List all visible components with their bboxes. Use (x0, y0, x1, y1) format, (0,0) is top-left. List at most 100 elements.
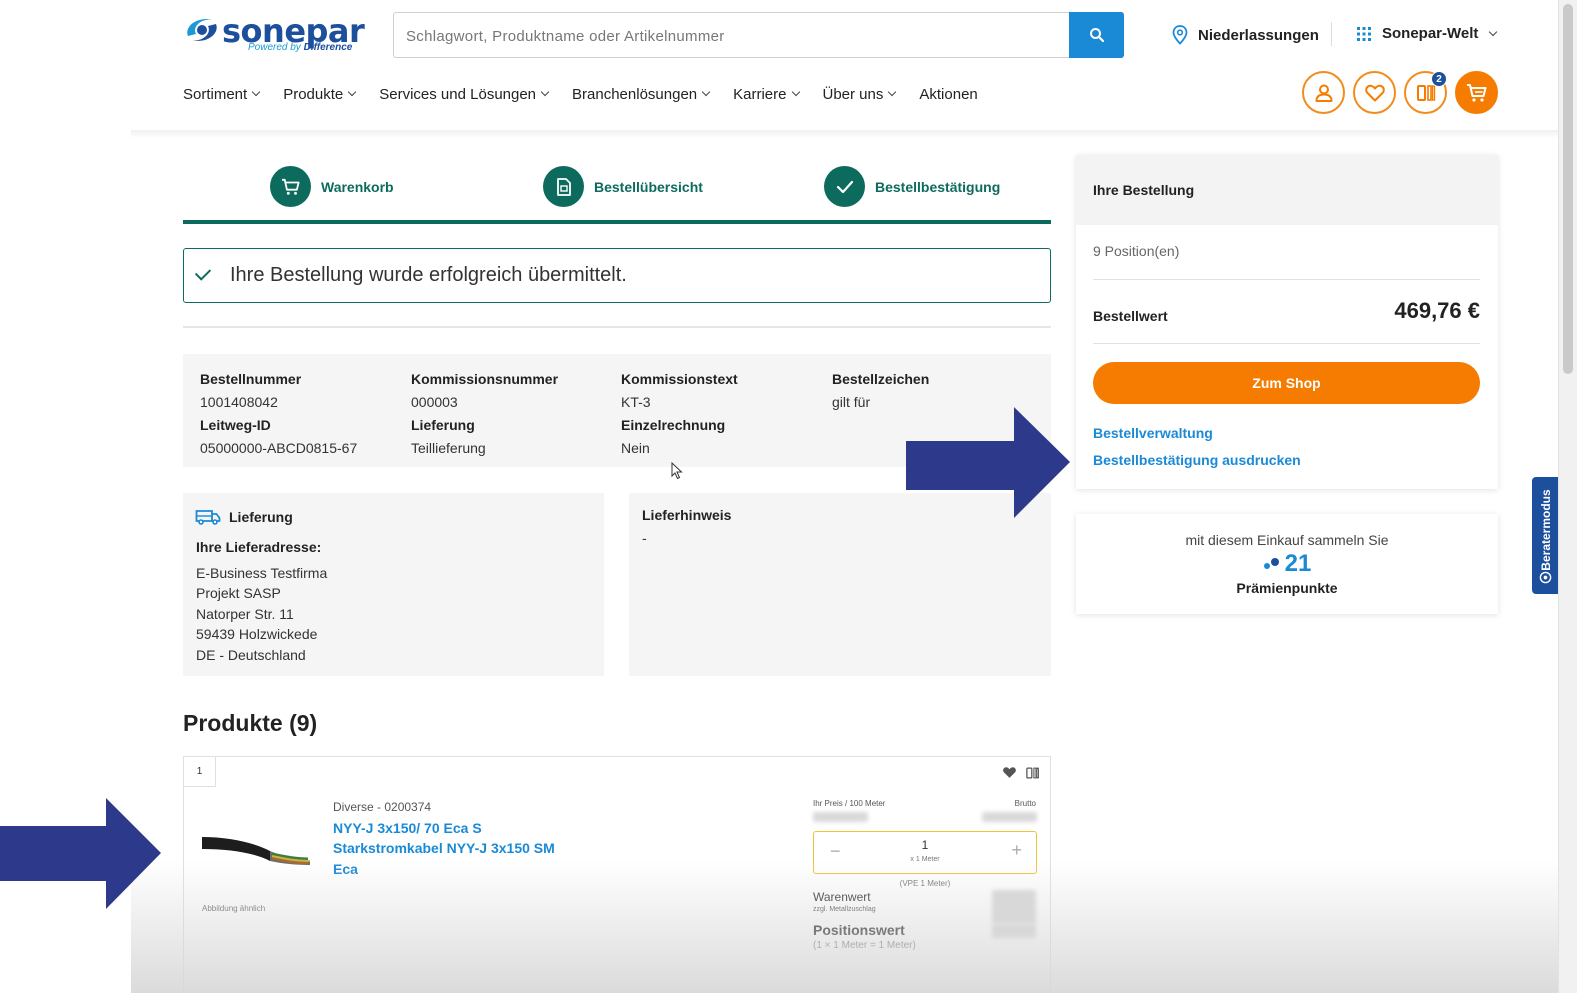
order-summary-card: Ihre Bestellung 9 Position(en) Bestellwe… (1076, 155, 1498, 489)
order-number-value: 1001408042 (200, 394, 278, 410)
compare-count-badge: 2 (1431, 71, 1447, 87)
delivery-address: E-Business Testfirma Projekt SASP Natorp… (196, 563, 327, 665)
chevron-down-icon (348, 87, 357, 97)
address-line: DE - Deutschland (196, 646, 306, 663)
reward-points-value: 21 (1284, 550, 1312, 577)
product-meta: Diverse - 0200374 (333, 800, 432, 814)
nav-item-ueber-uns[interactable]: Über uns (823, 84, 897, 104)
delivery-address-label: Ihre Lieferadresse: (196, 539, 322, 555)
advisor-icon (1539, 571, 1552, 584)
nav-item-branchenloesungen[interactable]: Branchenlösungen (572, 84, 711, 104)
sonepar-logo[interactable]: sonepar Powered by Difference (182, 10, 365, 56)
search-icon (1089, 28, 1104, 43)
address-line: Projekt SASP (196, 585, 281, 602)
header-shadow (131, 130, 1558, 138)
product-card: 1 Abbildung ähnlich Diverse - 0200374 NY… (183, 756, 1051, 993)
cart-button[interactable] (1455, 71, 1498, 114)
position-value-note: (1 × 1 Meter = 1 Meter) (813, 940, 916, 951)
step-warenkorb[interactable]: Warenkorb (270, 166, 394, 207)
routing-id-label: Leitweg-ID (200, 417, 271, 433)
annotation-arrow-icon (906, 407, 1070, 518)
search-bar (393, 12, 1124, 58)
divider (183, 326, 1051, 328)
nav-item-karriere[interactable]: Karriere (733, 84, 800, 104)
reward-points-value-row: 21 (1076, 550, 1498, 578)
logo-tagline: Powered by Difference (248, 42, 353, 53)
nav-item-aktionen[interactable]: Aktionen (919, 84, 977, 104)
nav-item-sortiment[interactable]: Sortiment (183, 84, 261, 104)
success-message: Ihre Bestellung wurde erfolgreich übermi… (230, 264, 627, 286)
position-value-label: Positionswert (813, 922, 905, 938)
delivery-title: Lieferung (229, 509, 293, 525)
divider (1093, 343, 1480, 344)
nav-item-label: Sortiment (183, 85, 248, 103)
order-value-label: Bestellwert (1093, 308, 1168, 324)
step-label: Warenkorb (321, 178, 394, 195)
location-pin-icon (1172, 25, 1188, 45)
compare-icon[interactable] (1025, 766, 1040, 780)
sonepar-world-label: Sonepar-Welt (1382, 25, 1479, 42)
scrollbar-thumb[interactable] (1563, 4, 1573, 374)
print-confirmation-link[interactable]: Bestellbestätigung ausdrucken (1093, 452, 1301, 468)
delivery-hint-box: Lieferhinweis - (629, 493, 1051, 676)
blurred-position-value (992, 924, 1036, 938)
annotation-arrow-icon (0, 798, 161, 909)
info-column: Kommissionsnummer 000003 Lieferung Teill… (411, 368, 558, 460)
step-label: Bestellübersicht (594, 178, 703, 195)
quantity-stepper: − 1 x 1 Meter + (813, 831, 1037, 874)
info-column: Kommissionstext KT-3 Einzelrechnung Nein (621, 368, 738, 460)
page-scrollbar[interactable] (1558, 0, 1577, 993)
user-icon (1315, 84, 1332, 102)
step-bestelluebersicht[interactable]: Bestellübersicht (543, 166, 703, 207)
search-button[interactable] (1069, 12, 1124, 58)
metal-surcharge-note: zzgl. Metallzuschlag (813, 906, 876, 913)
nav-item-label: Services und Lösungen (379, 85, 537, 103)
nav-item-produkte[interactable]: Produkte (283, 84, 357, 104)
product-name-link[interactable]: NYY-J 3x150/ 70 Eca S Starkstromkabel NY… (333, 818, 573, 879)
commission-number-value: 000003 (411, 394, 458, 410)
reward-points-label: Prämienpunkte (1236, 580, 1338, 596)
step-dot (270, 166, 311, 207)
chevron-down-icon (251, 87, 261, 97)
search-input[interactable] (406, 25, 1046, 47)
cart-icon (281, 178, 300, 195)
order-management-link[interactable]: Bestellverwaltung (1093, 425, 1213, 441)
quantity-increase-button[interactable]: + (1011, 840, 1022, 861)
product-image[interactable] (200, 823, 312, 871)
routing-id-value: 05000000-ABCD0815-67 (200, 440, 358, 456)
branches-link[interactable]: Niederlassungen (1172, 25, 1319, 45)
to-shop-button[interactable]: Zum Shop (1093, 362, 1480, 404)
account-button[interactable] (1302, 71, 1345, 114)
sonepar-world-menu[interactable]: Sonepar-Welt (1356, 25, 1498, 42)
address-line: Natorper Str. 11 (196, 605, 294, 622)
nav-item-services[interactable]: Services und Lösungen (379, 84, 550, 104)
chevron-down-icon (701, 87, 711, 97)
compare-icon (1416, 84, 1435, 101)
commission-text-value: KT-3 (621, 394, 651, 410)
delivery-heading: Lieferung (195, 509, 293, 525)
points-dots-icon (1263, 558, 1279, 569)
wishlist-button[interactable] (1353, 71, 1396, 114)
heart-icon[interactable] (1002, 766, 1017, 779)
goods-value-label: Warenwert (813, 890, 871, 904)
advisor-mode-tab[interactable]: Beratermodus (1532, 477, 1559, 594)
address-line: 59439 Holzwickede (196, 626, 318, 643)
compare-button[interactable]: 2 (1404, 71, 1447, 114)
chevron-down-icon (1489, 27, 1498, 36)
quantity-value[interactable]: 1 (814, 838, 1036, 852)
checkout-steps: Warenkorb Bestellübersicht Bestellbestät… (183, 160, 1051, 224)
commission-number-label: Kommissionsnummer (411, 371, 559, 387)
order-number-label: Bestellnummer (200, 371, 302, 387)
cart-icon (1466, 83, 1486, 102)
info-column: Bestellnummer 1001408042 Leitweg-ID 0500… (200, 368, 357, 460)
check-icon (836, 180, 853, 193)
blurred-price (813, 812, 868, 822)
price-label: Ihr Preis / 100 Meter (813, 799, 886, 808)
check-icon (194, 264, 212, 281)
position-count: 9 Position(en) (1093, 243, 1180, 259)
delivery-type-value: Teillieferung (411, 440, 486, 456)
card-actions (1002, 766, 1040, 780)
delivery-hint-value: - (642, 530, 647, 546)
reward-points-card: mit diesem Einkauf sammeln Sie 21 Prämie… (1076, 514, 1498, 614)
advisor-mode-label: Beratermodus (1539, 489, 1553, 571)
